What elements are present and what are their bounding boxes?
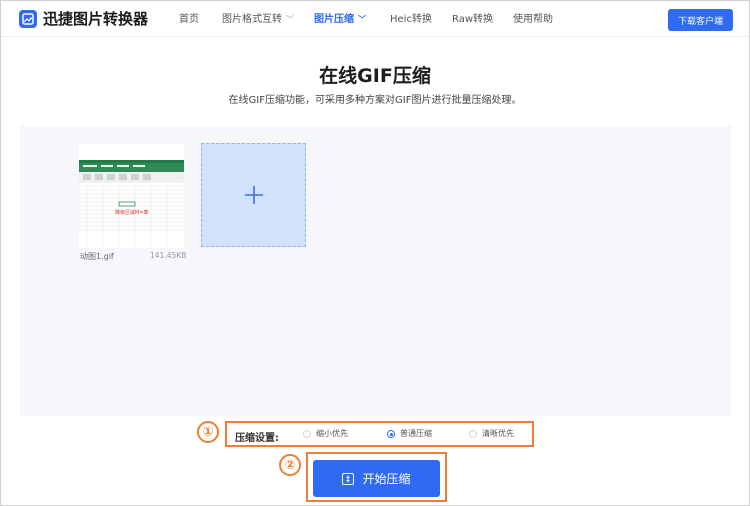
nav-item-help[interactable]: 使用帮助 [513, 13, 553, 27]
compression-settings: 压缩设置: 缩小优先 普通压缩 清晰优先 [225, 421, 534, 447]
nav-item-label: Raw转换 [452, 14, 494, 25]
add-file-button[interactable] [201, 143, 306, 247]
step-marker-1: ① [197, 421, 219, 443]
download-client-button[interactable]: 下载客户端 [668, 9, 733, 31]
radio-clarity-priority[interactable]: 清晰优先 [469, 429, 514, 439]
chevron-down-icon: ﹀ [286, 15, 294, 24]
radio-circle-icon [303, 430, 311, 438]
file-thumbnail[interactable]: 降级区域M=乘 [79, 144, 184, 248]
page-subtitle: 在线GIF压缩功能，可采用多种方案对GIF图片进行批量压缩处理。 [228, 95, 522, 106]
step-marker-2: ② [279, 454, 301, 476]
app-name[interactable]: 迅捷图片转换器 [43, 10, 148, 28]
radio-normal-compress[interactable]: 普通压缩 [387, 429, 432, 439]
file-name: 动图1.gif [80, 252, 114, 261]
page-title: 在线GIF压缩 [319, 65, 431, 87]
nav-item-home[interactable]: 首页 [179, 13, 199, 27]
nav-item-label: 图片压缩 [314, 14, 354, 25]
logo-icon [19, 10, 37, 28]
nav-item-label: Heic转换 [390, 14, 432, 25]
nav-item-label: 图片格式互转 [222, 14, 282, 25]
compress-icon [342, 472, 355, 485]
top-header: 迅捷图片转换器 首页 图片格式互转 ﹀ 图片压缩 ﹀ Heic转换 Raw转换 使用… [1, 1, 749, 37]
radio-shrink-priority[interactable]: 缩小优先 [303, 429, 348, 439]
radio-label: 缩小优先 [316, 429, 348, 438]
nav-item-label: 首页 [179, 14, 199, 25]
start-compress-button[interactable]: 开始压缩 [313, 460, 440, 497]
spreadsheet-preview-image [79, 160, 184, 248]
preview-caption: 降级区域M=乘 [115, 210, 149, 216]
start-button-label: 开始压缩 [362, 472, 411, 486]
radio-label: 普通压缩 [400, 429, 432, 438]
nav-item-heic[interactable]: Heic转换 [390, 13, 432, 27]
file-size: 141.45KB [150, 251, 187, 260]
nav-item-format-convert[interactable]: 图片格式互转 ﹀ [222, 13, 294, 27]
nav-item-image-compress[interactable]: 图片压缩 ﹀ [314, 13, 366, 27]
radio-selected-icon [387, 430, 395, 438]
settings-label: 压缩设置: [235, 433, 279, 444]
radio-circle-icon [469, 430, 477, 438]
chevron-down-icon: ﹀ [358, 15, 366, 24]
nav-item-raw[interactable]: Raw转换 [452, 13, 493, 27]
plus-icon [244, 186, 263, 204]
radio-label: 清晰优先 [482, 429, 514, 438]
nav-item-label: 使用帮助 [513, 14, 553, 25]
